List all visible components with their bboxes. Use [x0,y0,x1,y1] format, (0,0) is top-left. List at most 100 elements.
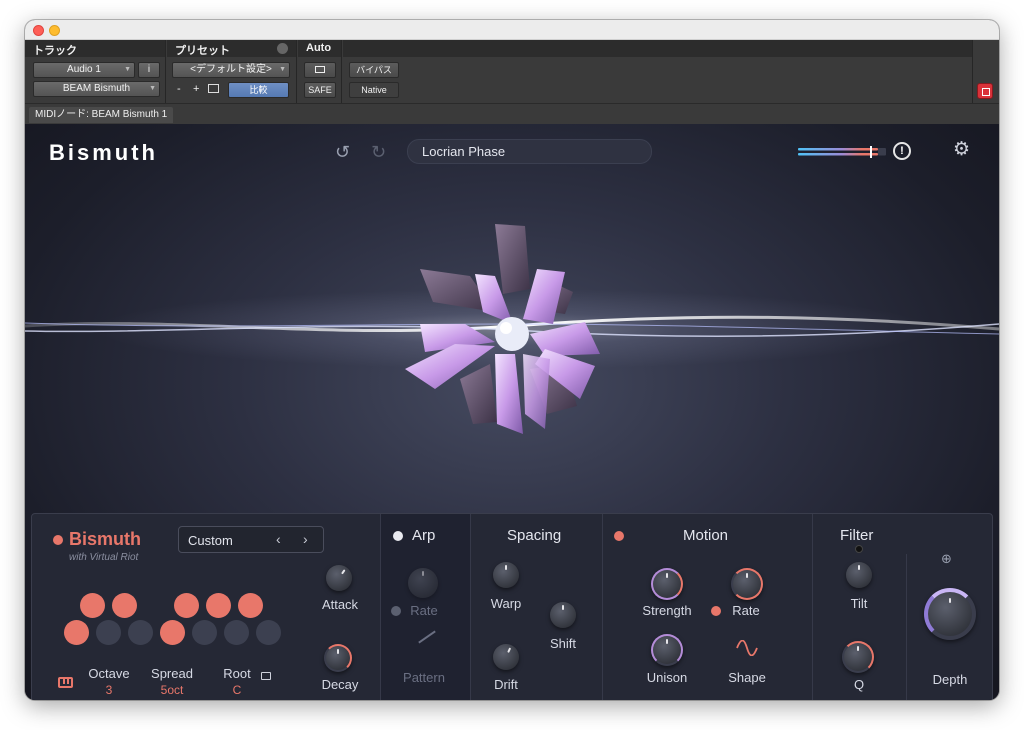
chord-pad[interactable] [192,620,217,645]
settings-gear-icon[interactable]: ⚙ [953,140,973,160]
warp-knob-indicator [505,565,507,570]
brand-subtitle: with Virtual Riot [69,552,139,563]
chord-pad[interactable] [80,593,105,618]
arp-rate-knob[interactable] [408,568,438,598]
arp-rate-sync-icon[interactable] [391,606,401,616]
tilt-knob[interactable] [846,562,872,588]
mode-next-button[interactable]: › [303,531,308,547]
attack-knob[interactable] [326,565,352,591]
copy-settings-icon[interactable] [208,84,219,93]
auto-section-header: Auto [298,40,341,57]
chord-pad[interactable] [64,620,89,645]
drift-knob[interactable] [493,644,519,670]
divider [602,514,603,700]
motion-title: Motion [683,527,729,544]
motion-rate-sync-icon[interactable] [711,606,721,616]
lock-icon[interactable] [261,672,271,680]
bypass-button[interactable]: バイパス [349,62,399,78]
divider [812,514,813,700]
track-select[interactable]: Audio 1 ▼ [33,62,135,78]
preset-plus-button[interactable]: + [193,83,199,95]
chord-pad[interactable] [256,620,281,645]
automation-icon [315,66,325,73]
spread-label: Spread [151,666,193,681]
chord-pad[interactable] [160,620,185,645]
plugin-window: トラック Audio 1 ▼ i BEAM Bismuth ▼ プリセット <デフォ… [25,20,999,700]
bismuth-plugin-ui: Bismuth ↺ ↻ Locrian Phase ! ⚙ Bismuth wi… [25,124,999,700]
depth-label: Depth [932,672,968,687]
safe-button[interactable]: SAFE [304,82,336,98]
mode-value: Custom [188,533,233,548]
minimize-window-button[interactable] [49,25,60,36]
crystal-visualizer [25,224,999,434]
crystal-cluster [405,224,600,434]
spread-value[interactable]: 5oct [147,683,197,697]
plugin-select[interactable]: BEAM Bismuth ▼ [33,81,160,97]
power-led[interactable] [53,535,63,545]
arp-rate-label: Rate [410,603,438,618]
host-plugin-header: トラック Audio 1 ▼ i BEAM Bismuth ▼ プリセット <デフォ… [25,40,999,124]
warp-knob[interactable] [493,562,519,588]
midi-node-tab[interactable]: MIDIノード: BEAM Bismuth 1 [29,107,174,123]
shift-knob[interactable] [550,602,576,628]
root-value[interactable]: C [219,683,255,697]
arp-toggle-led[interactable] [393,531,403,541]
mode-prev-button[interactable]: ‹ [276,531,281,547]
chord-pad[interactable] [224,620,249,645]
piano-icon[interactable] [58,677,73,688]
unison-knob[interactable] [651,634,683,666]
close-window-button[interactable] [33,25,44,36]
strength-knob-indicator [666,573,668,578]
preset-browser[interactable]: Locrian Phase [407,139,652,164]
sine-shape-icon[interactable] [736,640,758,656]
shift-label: Shift [549,636,576,651]
chord-pad[interactable] [128,620,153,645]
unison-knob-indicator [666,639,668,644]
divider [380,514,381,700]
arp-pattern-label: Pattern [403,670,445,685]
control-panel: Bismuth with Virtual Riot Custom ‹ › Oct… [31,513,993,700]
output-level-meter[interactable] [798,146,886,158]
preset-minus-button[interactable]: - [177,83,181,95]
plugin-select-label: BEAM Bismuth [62,83,131,94]
attack-knob-indicator [341,569,346,575]
mode-selector[interactable]: Custom ‹ › [178,526,324,553]
shift-knob-indicator [562,605,564,610]
depth-knob-indicator [949,598,951,603]
undo-icon[interactable]: ↺ [335,142,355,162]
root-label: Root [223,666,251,681]
chord-pad[interactable] [112,593,137,618]
redo-icon[interactable]: ↻ [371,142,391,162]
chord-pad[interactable] [238,593,263,618]
decay-knob-indicator [337,649,339,654]
strength-label: Strength [642,603,692,618]
chord-pad[interactable] [174,593,199,618]
octave-value[interactable]: 3 [84,683,134,697]
spacing-title: Spacing [507,527,562,544]
depth-knob[interactable] [924,588,976,640]
shape-label: Shape [728,670,766,685]
strength-knob[interactable] [651,568,683,600]
info-label: i [147,64,151,75]
decay-knob[interactable] [324,644,352,672]
track-info-button[interactable]: i [138,62,160,78]
compare-button[interactable]: 比較 [228,82,289,98]
chord-pad[interactable] [206,593,231,618]
q-label: Q [853,677,865,692]
alert-icon[interactable]: ! [893,142,911,160]
host-preset-label: <デフォルト設定> [190,64,272,75]
q-knob[interactable] [842,641,874,673]
chord-pad[interactable] [96,620,121,645]
warp-label: Warp [490,596,522,611]
depth-link-icon[interactable]: ⊕ [941,552,959,566]
host-preset-select[interactable]: <デフォルト設定> ▼ [172,62,290,78]
tilt-knob-indicator [858,565,860,570]
preset-menu-icon[interactable] [277,43,288,54]
motion-toggle-led[interactable] [614,531,624,541]
drift-knob-indicator [507,647,512,653]
motion-rate-knob-indicator [746,573,748,578]
motion-rate-knob[interactable] [731,568,763,600]
divider [906,554,907,700]
automation-window-button[interactable] [304,62,336,78]
plugin-record-icon[interactable] [977,83,993,99]
